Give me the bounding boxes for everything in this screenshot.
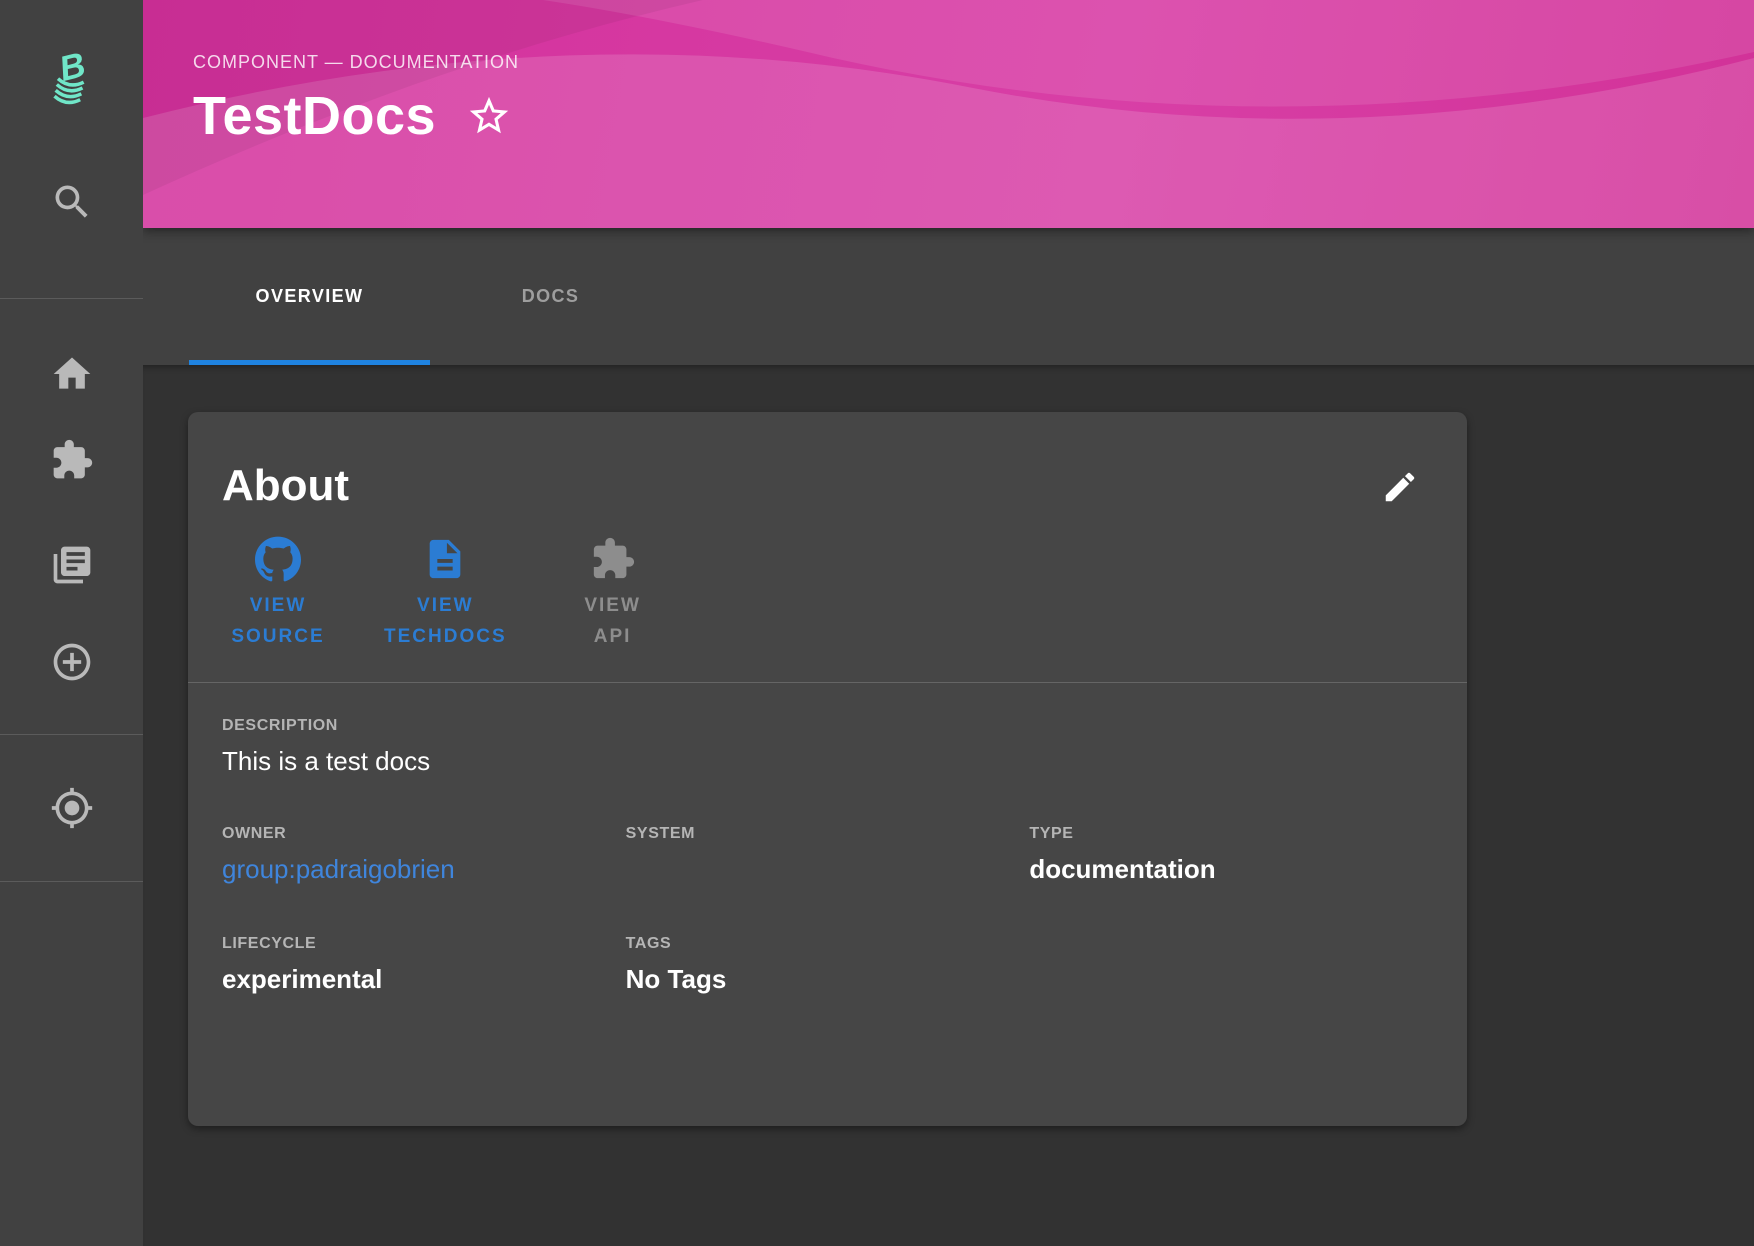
field-value: documentation [1029,853,1433,887]
page-title: TestDocs [193,89,436,143]
entity-page-header: COMPONENT — DOCUMENTATION TestDocs [143,0,1754,228]
sidebar-divider [0,734,143,735]
document-icon [422,536,468,582]
tab-docs[interactable]: DOCS [430,228,671,365]
field-owner: OWNER group:padraigobrien [222,825,626,887]
field-label: TAGS [626,935,1030,953]
content-area: About VIEW SOURCE VIEW [143,365,1754,1246]
edit-pencil-icon[interactable] [1377,464,1423,510]
search-icon[interactable] [50,180,94,224]
field-label: OWNER [222,825,626,843]
field-value: This is a test docs [222,745,1433,779]
extensions-puzzle-icon[interactable] [50,438,94,482]
locate-target-icon[interactable] [50,786,94,830]
field-label: DESCRIPTION [222,717,1433,735]
tab-overview[interactable]: OVERVIEW [189,228,430,365]
view-api-link: VIEW API [557,536,669,652]
view-source-label: VIEW SOURCE [231,590,324,652]
create-add-circle-icon[interactable] [50,640,94,684]
view-api-label: VIEW API [584,590,641,652]
favorite-star-icon[interactable] [466,93,512,139]
field-value: experimental [222,963,626,997]
field-label: LIFECYCLE [222,935,626,953]
view-techdocs-label: VIEW TECHDOCS [384,590,507,652]
view-techdocs-link[interactable]: VIEW TECHDOCS [384,536,507,652]
field-label: SYSTEM [626,825,1030,843]
field-label: TYPE [1029,825,1433,843]
about-card-actions: VIEW SOURCE VIEW TECHDOCS VIEW [188,510,1467,652]
docs-library-icon[interactable] [50,543,94,587]
entity-tabs: OVERVIEW DOCS [143,228,1754,365]
backstage-logo[interactable]: B [44,46,100,106]
about-card: About VIEW SOURCE VIEW [188,412,1467,1126]
extension-puzzle-icon [590,536,636,582]
view-source-link[interactable]: VIEW SOURCE [222,536,334,652]
sidebar-divider [0,298,143,299]
field-description: DESCRIPTION This is a test docs [222,717,1433,779]
about-card-title: About [222,464,349,508]
field-type: TYPE documentation [1029,825,1433,887]
field-empty [1029,935,1433,997]
field-lifecycle: LIFECYCLE experimental [222,935,626,997]
field-tags: TAGS No Tags [626,935,1030,997]
sidebar-divider [0,881,143,882]
field-system: SYSTEM [626,825,1030,887]
github-icon [255,536,301,582]
field-value [626,853,1030,887]
field-value: No Tags [626,963,1030,997]
breadcrumb-eyebrow: COMPONENT — DOCUMENTATION [193,52,1754,73]
owner-link[interactable]: group:padraigobrien [222,853,626,887]
sidebar: B [0,0,143,1246]
home-icon[interactable] [50,352,94,396]
